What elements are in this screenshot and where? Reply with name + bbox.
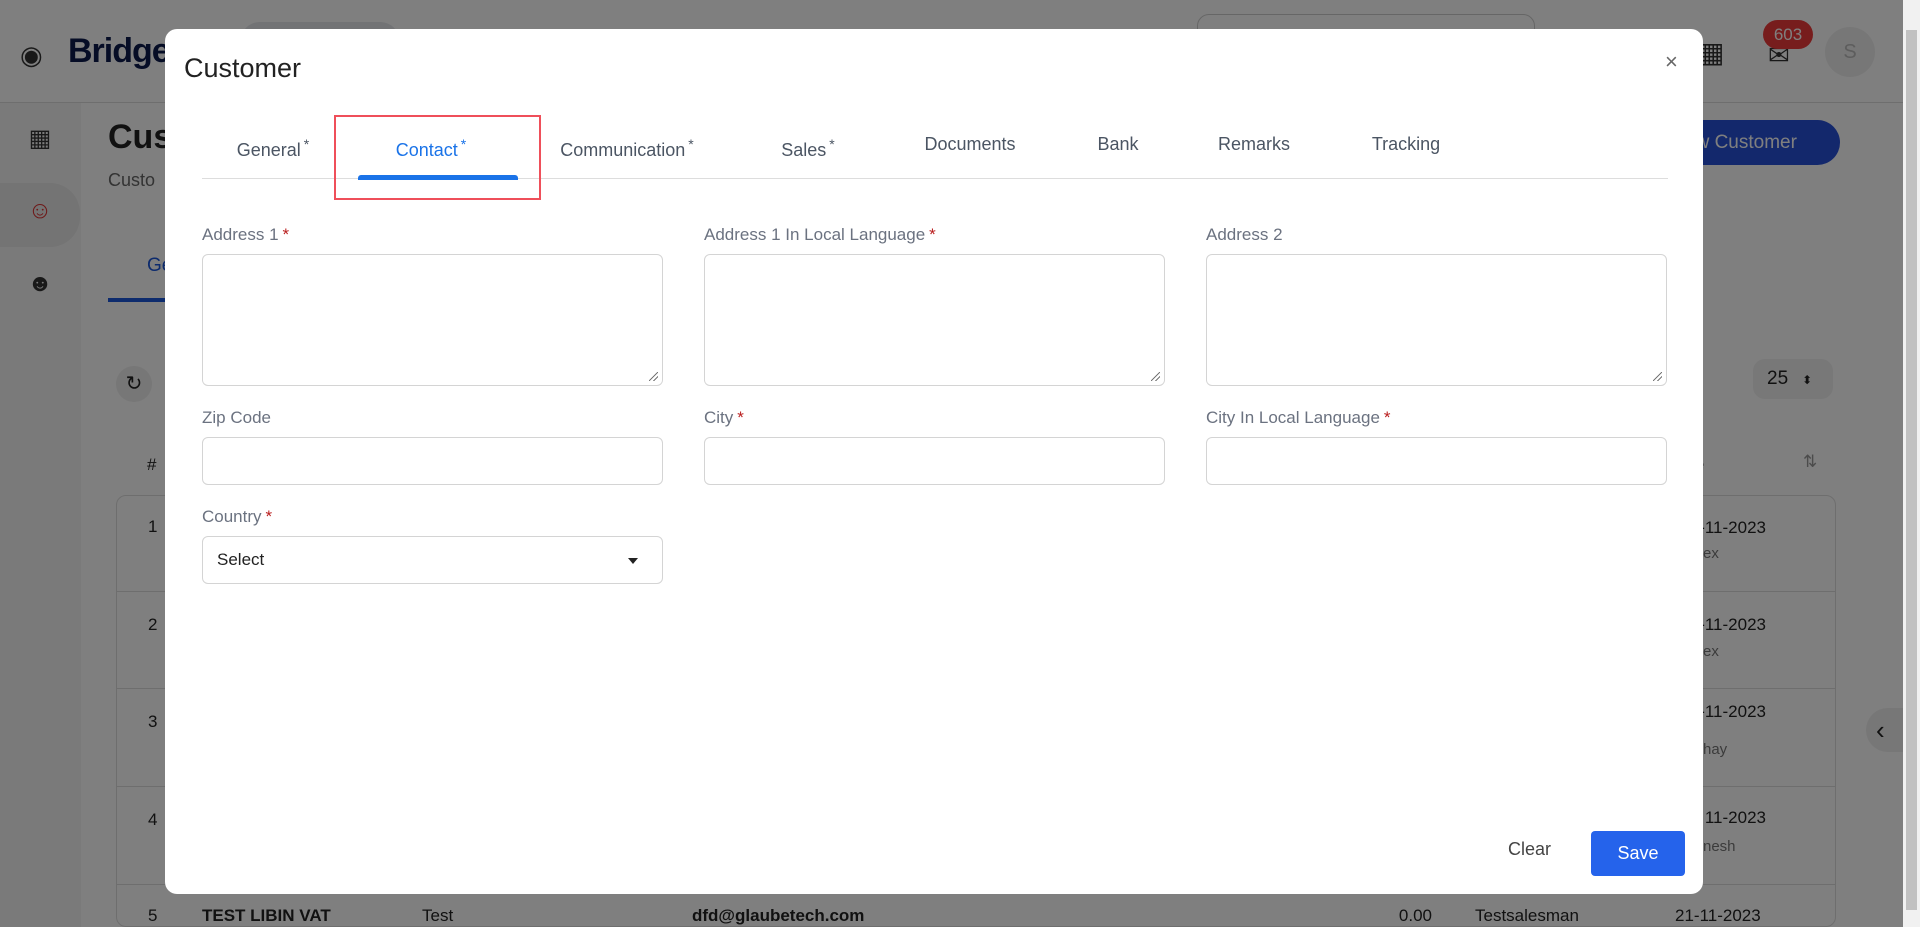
required-marker: *	[829, 136, 835, 152]
close-icon[interactable]: ×	[1665, 49, 1678, 75]
address1-local-textarea[interactable]	[704, 254, 1165, 386]
address1-label: Address 1 *	[202, 225, 290, 244]
address1-textarea[interactable]	[202, 254, 663, 386]
city-local-label: City In Local Language *	[1206, 408, 1391, 427]
address2-textarea[interactable]	[1206, 254, 1667, 386]
save-button[interactable]: Save	[1591, 831, 1685, 876]
tab-bank[interactable]: Bank	[1097, 119, 1138, 179]
zip-input[interactable]	[202, 437, 663, 485]
address1-local-label: Address 1 In Local Language *	[704, 225, 936, 244]
country-label: Country *	[202, 507, 273, 526]
country-select-value: Select	[217, 550, 265, 569]
tab-communication[interactable]: Communication *	[560, 119, 694, 179]
customer-modal: Customer × General * Contact * Communicati…	[165, 29, 1703, 894]
highlight-box	[334, 115, 541, 200]
zip-label: Zip Code	[202, 408, 271, 427]
tab-documents[interactable]: Documents	[924, 119, 1015, 179]
clear-button[interactable]: Clear	[1508, 839, 1551, 860]
caret-down-icon	[628, 558, 638, 564]
tab-label: General	[236, 140, 301, 160]
required-marker: *	[688, 136, 694, 152]
country-select[interactable]: Select	[202, 536, 663, 584]
tab-general[interactable]: General *	[237, 119, 310, 179]
tab-tracking[interactable]: Tracking	[1372, 119, 1440, 179]
city-input[interactable]	[704, 437, 1165, 485]
address2-label: Address 2	[1206, 225, 1283, 244]
tab-sales[interactable]: Sales *	[781, 119, 834, 179]
tab-remarks[interactable]: Remarks	[1218, 119, 1290, 179]
city-local-input[interactable]	[1206, 437, 1667, 485]
required-marker: *	[303, 136, 310, 152]
modal-title: Customer	[184, 53, 302, 83]
scrollbar-thumb[interactable]	[1906, 30, 1917, 910]
tab-label: Communication	[560, 140, 686, 160]
tab-label: Sales	[781, 140, 827, 160]
city-label: City *	[704, 408, 744, 427]
